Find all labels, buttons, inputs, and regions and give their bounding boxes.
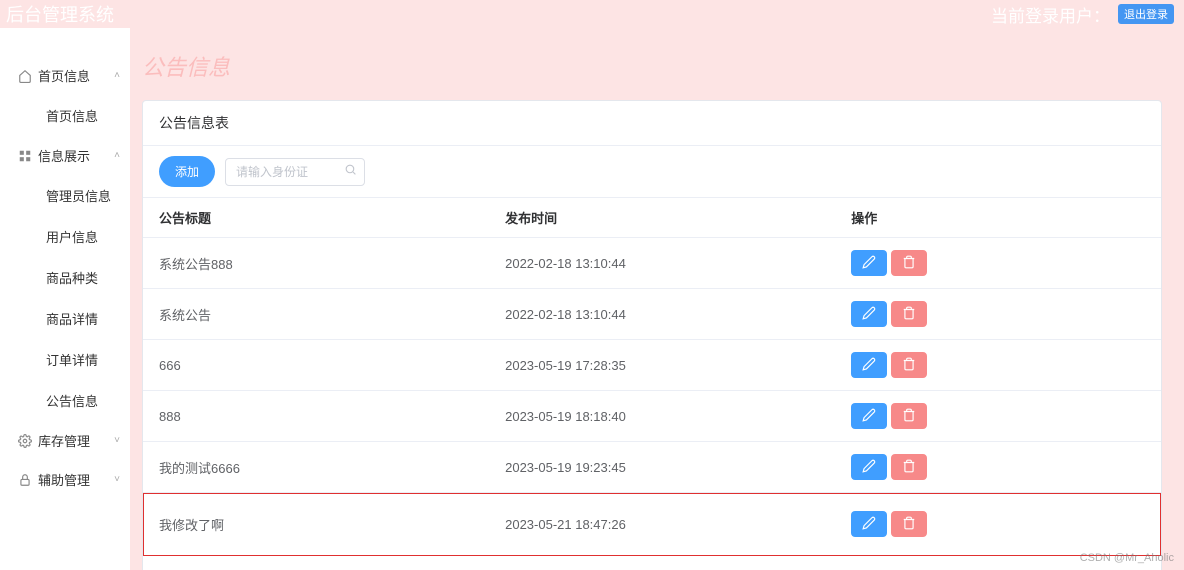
header: 后台管理系统 当前登录用户： 退出登录 — [0, 0, 1184, 28]
main-content: 公告信息 公告信息表 添加 公告标题 发布时间 操作 系统公告88 — [130, 28, 1184, 570]
delete-button[interactable] — [891, 403, 927, 429]
pencil-icon — [862, 306, 876, 323]
sidebar-group-label: 首页信息 — [38, 66, 90, 85]
chevron-up-icon: ˄ — [114, 150, 120, 161]
sidebar-group-stock[interactable]: 库存管理 ˅ — [0, 421, 130, 460]
edit-button[interactable] — [851, 454, 887, 480]
delete-button[interactable] — [891, 454, 927, 480]
cell-actions — [835, 493, 1161, 556]
trash-icon — [902, 408, 916, 425]
chevron-down-icon: ˅ — [114, 435, 120, 446]
header-right: 当前登录用户： 退出登录 — [991, 2, 1174, 27]
cell-actions — [835, 391, 1161, 442]
table-row: 系统公告8882022-02-18 13:10:44 — [143, 238, 1161, 289]
add-button[interactable]: 添加 — [159, 156, 215, 187]
table-row: 8882023-05-19 18:18:40 — [143, 391, 1161, 442]
sidebar-group-label: 信息展示 — [38, 146, 90, 165]
trash-icon — [902, 459, 916, 476]
pencil-icon — [862, 459, 876, 476]
chevron-down-icon: ˅ — [114, 474, 120, 485]
notice-table: 公告标题 发布时间 操作 系统公告8882022-02-18 13:10:44系… — [143, 197, 1161, 556]
pagination: 1 前往 页共 6 条 6条/页 — [143, 556, 1161, 570]
trash-icon — [902, 357, 916, 374]
sidebar-group-aux[interactable]: 辅助管理 ˅ — [0, 460, 130, 499]
chevron-up-icon: ˄ — [114, 70, 120, 81]
grid-icon — [18, 149, 32, 163]
delete-button[interactable] — [891, 301, 927, 327]
trash-icon — [902, 516, 916, 533]
edit-button[interactable] — [851, 301, 887, 327]
cell-actions — [835, 340, 1161, 391]
delete-button[interactable] — [891, 511, 927, 537]
card-title: 公告信息表 — [143, 101, 1161, 146]
cell-time: 2022-02-18 13:10:44 — [489, 238, 835, 289]
cell-time: 2023-05-21 18:47:26 — [489, 493, 835, 556]
cell-title: 666 — [143, 340, 489, 391]
delete-button[interactable] — [891, 250, 927, 276]
card: 公告信息表 添加 公告标题 发布时间 操作 系统公告8882022-02-18 … — [142, 100, 1162, 570]
sidebar-group-label: 库存管理 — [38, 431, 90, 450]
sidebar: 首页信息 ˄ 首页信息 信息展示 ˄ 管理员信息 用户信息 商品种类 商品详情 … — [0, 28, 130, 570]
search-input[interactable] — [225, 158, 365, 186]
edit-button[interactable] — [851, 511, 887, 537]
page-title: 公告信息 — [142, 50, 1162, 82]
trash-icon — [902, 255, 916, 272]
sidebar-group-label: 辅助管理 — [38, 470, 90, 489]
sidebar-item-order[interactable]: 订单详情 — [0, 339, 130, 380]
table-row: 系统公告2022-02-18 13:10:44 — [143, 289, 1161, 340]
sidebar-item-product[interactable]: 商品详情 — [0, 298, 130, 339]
pencil-icon — [862, 516, 876, 533]
cell-title: 我的测试6666 — [143, 442, 489, 493]
sidebar-group-info[interactable]: 信息展示 ˄ — [0, 136, 130, 175]
cell-time: 2022-02-18 13:10:44 — [489, 289, 835, 340]
sidebar-item-category[interactable]: 商品种类 — [0, 257, 130, 298]
cell-time: 2023-05-19 17:28:35 — [489, 340, 835, 391]
cell-title: 系统公告 — [143, 289, 489, 340]
edit-button[interactable] — [851, 403, 887, 429]
col-time: 发布时间 — [489, 198, 835, 238]
logout-button[interactable]: 退出登录 — [1118, 4, 1174, 24]
sidebar-group-home[interactable]: 首页信息 ˄ — [0, 56, 130, 95]
col-action: 操作 — [835, 198, 1161, 238]
sidebar-item-admin[interactable]: 管理员信息 — [0, 175, 130, 216]
cell-actions — [835, 289, 1161, 340]
table-row: 我修改了啊2023-05-21 18:47:26 — [143, 493, 1161, 556]
table-row: 我的测试66662023-05-19 19:23:45 — [143, 442, 1161, 493]
sidebar-item-notice[interactable]: 公告信息 — [0, 380, 130, 421]
pencil-icon — [862, 408, 876, 425]
gear-icon — [18, 434, 32, 448]
cell-title: 我修改了啊 — [143, 493, 489, 556]
system-title: 后台管理系统 — [6, 1, 114, 27]
current-user-label: 当前登录用户： — [991, 2, 1110, 27]
delete-button[interactable] — [891, 352, 927, 378]
edit-button[interactable] — [851, 250, 887, 276]
cell-time: 2023-05-19 18:18:40 — [489, 391, 835, 442]
table-row: 6662023-05-19 17:28:35 — [143, 340, 1161, 391]
edit-button[interactable] — [851, 352, 887, 378]
lock-icon — [18, 473, 32, 487]
trash-icon — [902, 306, 916, 323]
sidebar-item-home[interactable]: 首页信息 — [0, 95, 130, 136]
cell-title: 系统公告888 — [143, 238, 489, 289]
home-icon — [18, 69, 32, 83]
pencil-icon — [862, 357, 876, 374]
toolbar: 添加 — [143, 146, 1161, 197]
cell-actions — [835, 238, 1161, 289]
col-title: 公告标题 — [143, 198, 489, 238]
cell-actions — [835, 442, 1161, 493]
pencil-icon — [862, 255, 876, 272]
sidebar-item-user[interactable]: 用户信息 — [0, 216, 130, 257]
cell-time: 2023-05-19 19:23:45 — [489, 442, 835, 493]
cell-title: 888 — [143, 391, 489, 442]
